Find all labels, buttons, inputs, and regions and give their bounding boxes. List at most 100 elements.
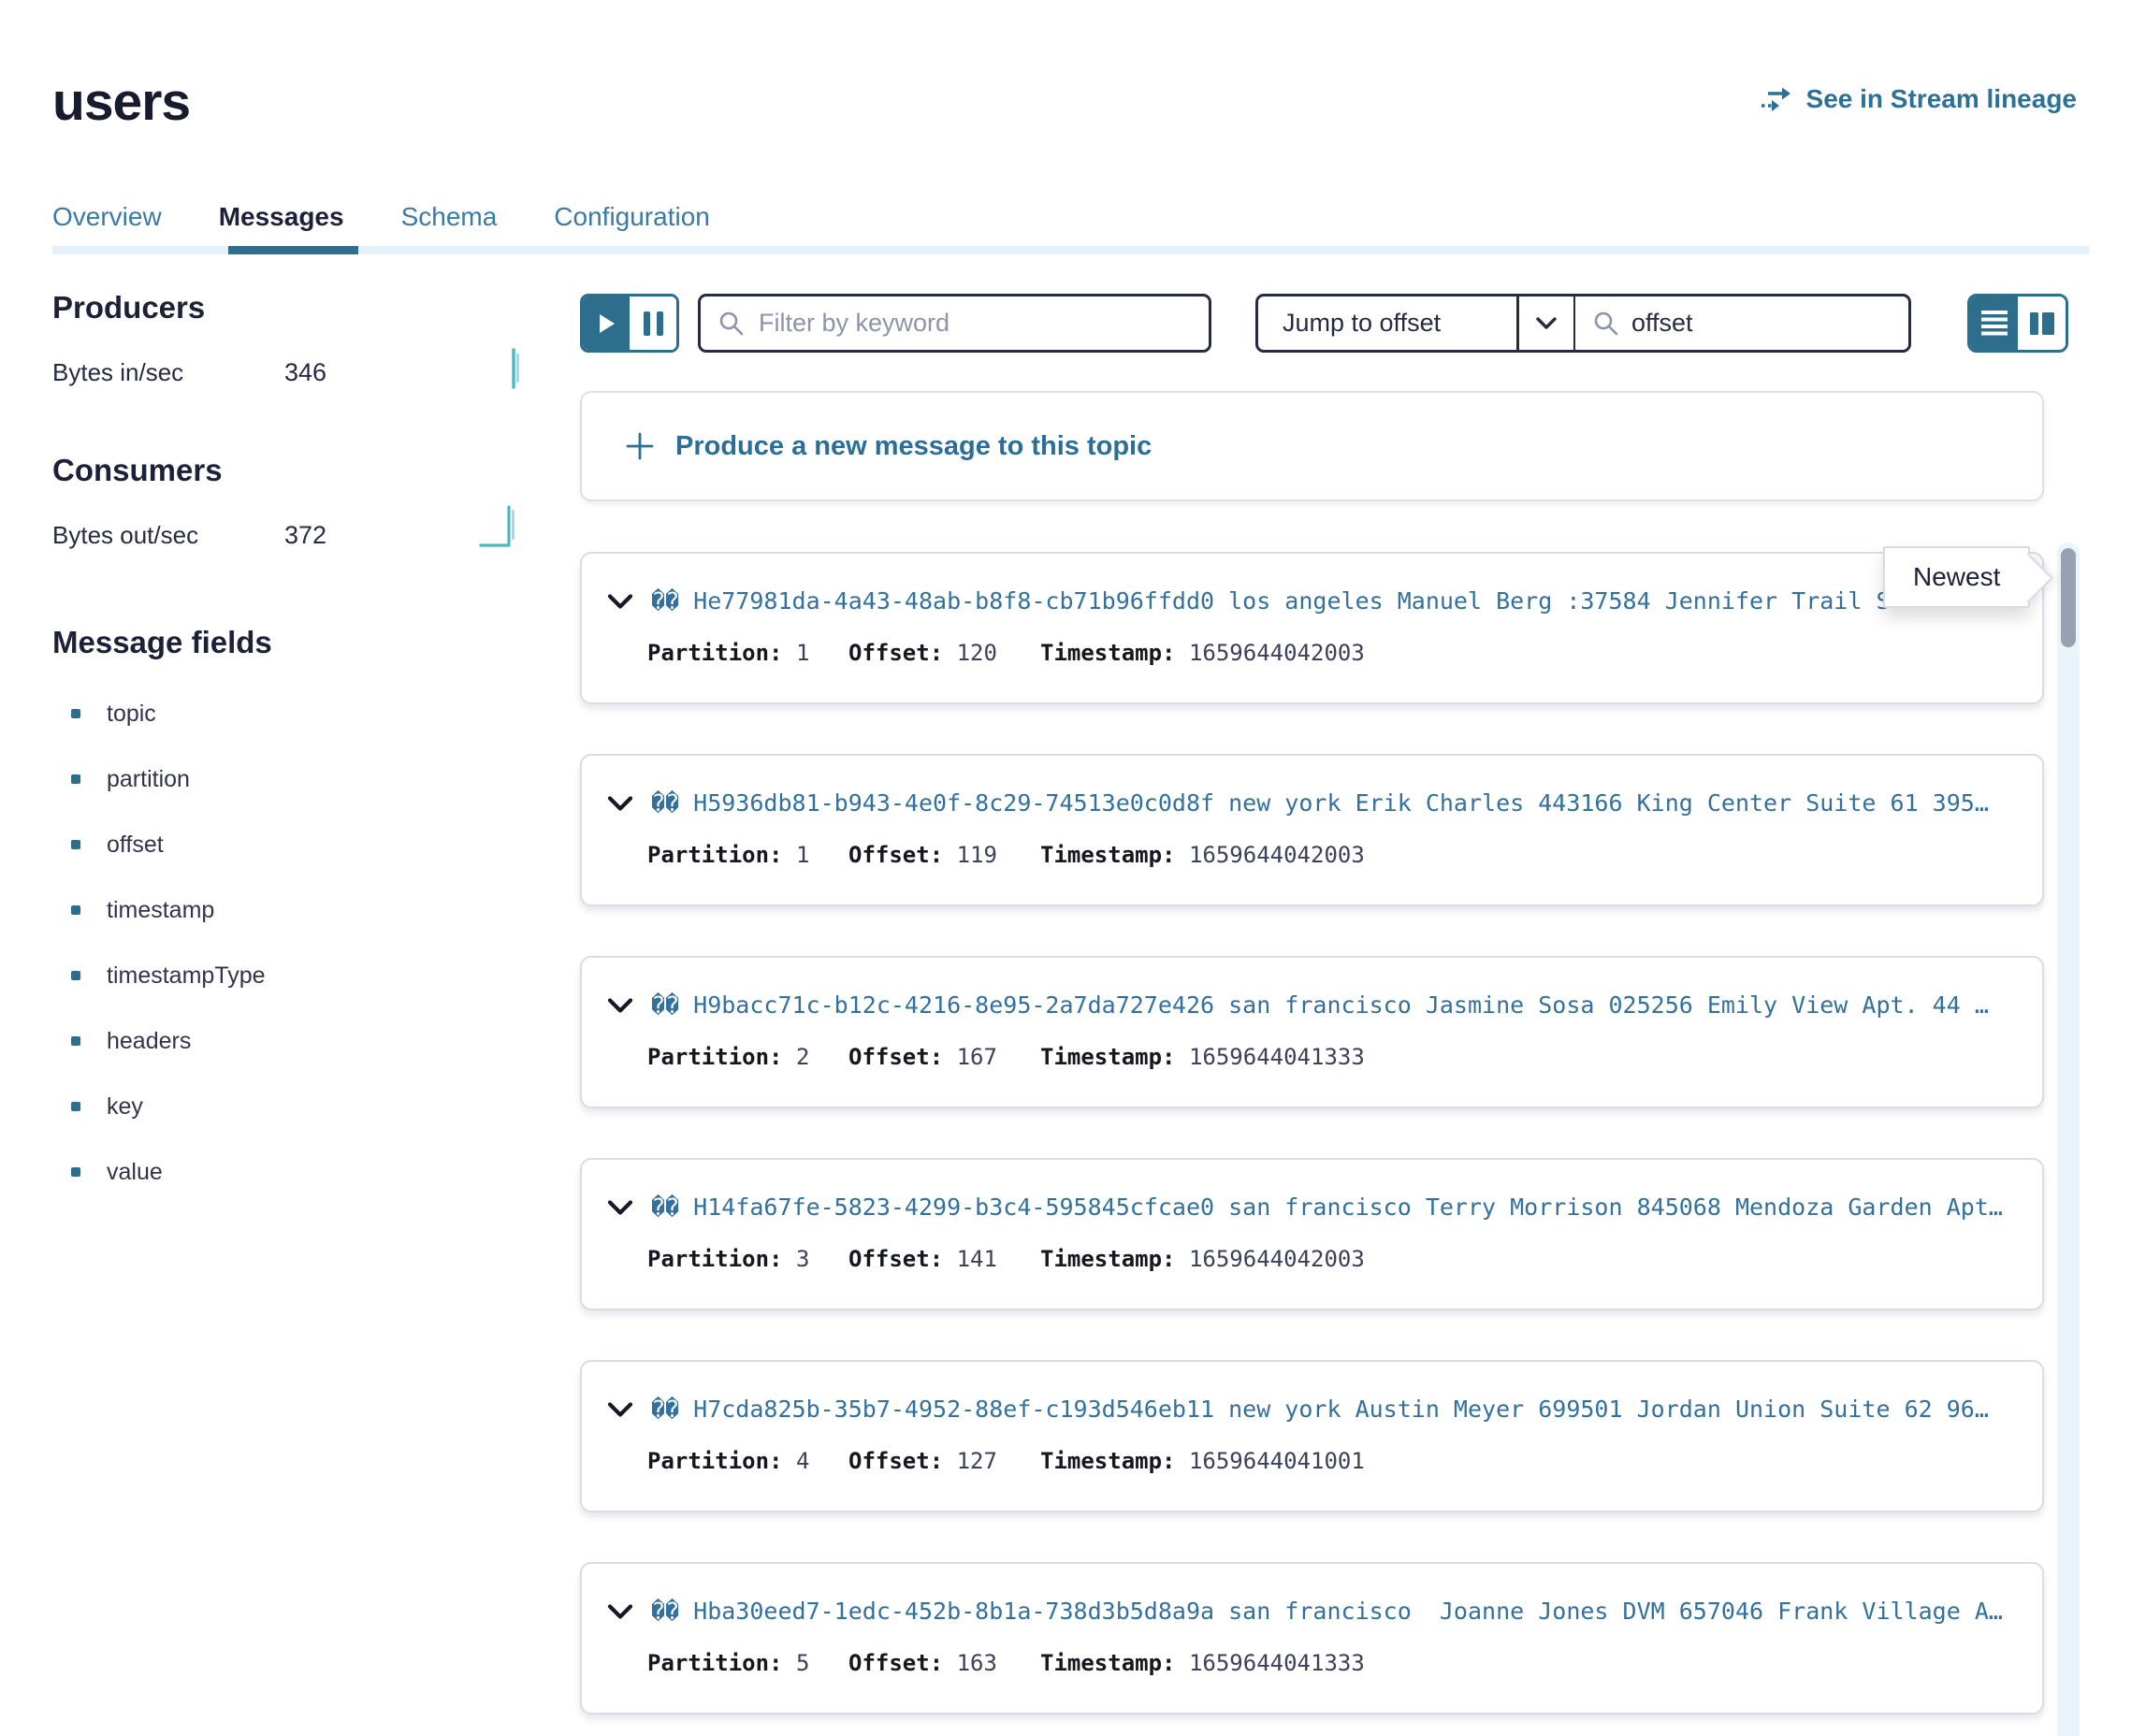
field-bullet-icon <box>71 905 80 915</box>
message-row[interactable]: �� He77981da-4a43-48ab-b8f8-cb71b96ffdd0… <box>580 552 2044 704</box>
message-fields-list: topic partition offset timestamp timesta… <box>52 681 558 1205</box>
jump-mode-select[interactable]: Jump to offset <box>1258 297 1516 350</box>
plus-icon <box>625 431 655 461</box>
producers-heading: Producers <box>52 290 558 326</box>
expand-chevron-icon[interactable] <box>606 1603 634 1621</box>
expand-chevron-icon[interactable] <box>606 997 634 1015</box>
expand-chevron-icon[interactable] <box>606 1401 634 1419</box>
list-view-button[interactable] <box>1970 297 2018 350</box>
chevron-down-icon[interactable] <box>1519 297 1573 350</box>
message-row[interactable]: �� H9bacc71c-b12c-4216-8e95-2a7da727e426… <box>580 956 2044 1108</box>
field-item-headers[interactable]: headers <box>52 1008 558 1074</box>
message-offset: 119 <box>957 842 997 868</box>
message-key[interactable]: �� H9bacc71c-b12c-4216-8e95-2a7da727e426… <box>651 991 2025 1019</box>
bytes-in-value: 346 <box>284 358 326 387</box>
message-partition: 1 <box>796 842 809 868</box>
message-offset: 120 <box>957 640 997 666</box>
field-bullet-icon <box>71 971 80 980</box>
message-meta: Partition: 1Offset: 119Timestamp: 165964… <box>647 842 2025 868</box>
message-timestamp: 1659644041333 <box>1189 1650 1365 1676</box>
expand-chevron-icon[interactable] <box>606 795 634 813</box>
field-item-partition[interactable]: partition <box>52 746 558 812</box>
message-partition: 4 <box>796 1448 809 1474</box>
column-view-icon <box>2030 312 2038 335</box>
messages-toolbar: Jump to offset <box>580 294 2068 353</box>
field-item-offset[interactable]: offset <box>52 812 558 877</box>
pause-button[interactable] <box>630 297 676 350</box>
message-key[interactable]: �� H7cda825b-35b7-4952-88ef-c193d546eb11… <box>651 1396 2025 1423</box>
play-button[interactable] <box>583 297 630 350</box>
message-timestamp: 1659644041001 <box>1189 1448 1365 1474</box>
message-timestamp: 1659644042003 <box>1189 1246 1365 1272</box>
message-key[interactable]: �� H5936db81-b943-4e0f-8c29-74513e0c0d8f… <box>651 789 2025 817</box>
message-timestamp: 1659644042003 <box>1189 842 1365 868</box>
column-view-button[interactable] <box>2018 297 2066 350</box>
field-bullet-icon <box>71 1102 80 1111</box>
list-view-icon <box>1981 311 2008 336</box>
bytes-in-label: Bytes in/sec <box>52 358 284 387</box>
message-fields-heading: Message fields <box>52 625 558 660</box>
bytes-in-sparkline <box>507 346 524 389</box>
message-key[interactable]: �� He77981da-4a43-48ab-b8f8-cb71b96ffdd0… <box>651 587 2025 615</box>
tab-configuration[interactable]: Configuration <box>554 202 710 232</box>
message-key[interactable]: �� H14fa67fe-5823-4299-b3c4-595845cfcae0… <box>651 1194 2025 1221</box>
see-in-stream-lineage-link[interactable]: See in Stream lineage <box>1760 84 2077 114</box>
field-item-timestamp[interactable]: timestamp <box>52 877 558 943</box>
tab-overview[interactable]: Overview <box>52 202 162 232</box>
topic-page: users See in Stream lineage Overview Mes… <box>0 0 2131 1736</box>
message-partition: 5 <box>796 1650 809 1676</box>
lineage-link-label: See in Stream lineage <box>1806 84 2077 114</box>
message-offset: 141 <box>957 1246 997 1272</box>
play-pause-toggle <box>580 294 679 353</box>
field-item-value[interactable]: value <box>52 1139 558 1205</box>
message-meta: Partition: 2Offset: 167Timestamp: 165964… <box>647 1044 2025 1070</box>
pause-icon <box>644 311 650 336</box>
bytes-out-label: Bytes out/sec <box>52 521 284 550</box>
message-row[interactable]: �� Hba30eed7-1edc-452b-8b1a-738d3b5d8a9a… <box>580 1562 2044 1714</box>
field-bullet-icon <box>71 840 80 849</box>
messages-scrollbar-track[interactable] <box>2057 542 2080 1736</box>
search-icon <box>718 310 746 338</box>
tab-messages[interactable]: Messages <box>219 202 344 232</box>
keyword-filter-input[interactable] <box>759 309 1192 338</box>
field-item-topic[interactable]: topic <box>52 681 558 746</box>
expand-chevron-icon[interactable] <box>606 593 634 611</box>
field-bullet-icon <box>71 709 80 718</box>
topic-tabs: Overview Messages Schema Configuration <box>52 202 710 232</box>
message-partition: 1 <box>796 640 809 666</box>
message-partition: 3 <box>796 1246 809 1272</box>
message-meta: Partition: 4Offset: 127Timestamp: 165964… <box>647 1448 2025 1474</box>
message-row[interactable]: �� H5936db81-b943-4e0f-8c29-74513e0c0d8f… <box>580 754 2044 906</box>
newest-tooltip: Newest <box>1883 546 2030 608</box>
field-item-key[interactable]: key <box>52 1074 558 1139</box>
pause-icon <box>657 311 663 336</box>
field-bullet-icon <box>71 1036 80 1046</box>
offset-search-input[interactable] <box>1631 309 1892 338</box>
message-meta: Partition: 5Offset: 163Timestamp: 165964… <box>647 1650 2025 1676</box>
messages-scrollbar-thumb[interactable] <box>2061 548 2076 647</box>
message-key[interactable]: �� Hba30eed7-1edc-452b-8b1a-738d3b5d8a9a… <box>651 1598 2025 1625</box>
jump-to-offset-group: Jump to offset <box>1255 294 1911 353</box>
search-icon <box>1592 310 1620 338</box>
page-title: users <box>52 71 190 133</box>
offset-search-field <box>1575 297 1908 350</box>
bytes-out-value: 372 <box>284 521 326 550</box>
message-meta: Partition: 3Offset: 141Timestamp: 165964… <box>647 1246 2025 1272</box>
consumers-heading: Consumers <box>52 453 558 488</box>
view-mode-toggle <box>1967 294 2068 353</box>
field-item-timestampType[interactable]: timestampType <box>52 943 558 1008</box>
message-offset: 163 <box>957 1650 997 1676</box>
produce-message-label: Produce a new message to this topic <box>675 431 1152 462</box>
field-bullet-icon <box>71 1167 80 1177</box>
message-row[interactable]: �� H14fa67fe-5823-4299-b3c4-595845cfcae0… <box>580 1158 2044 1310</box>
message-row[interactable]: �� H7cda825b-35b7-4952-88ef-c193d546eb11… <box>580 1360 2044 1512</box>
message-offset: 127 <box>957 1448 997 1474</box>
keyword-filter-field <box>698 294 1211 353</box>
message-timestamp: 1659644041333 <box>1189 1044 1365 1070</box>
field-bullet-icon <box>71 774 80 784</box>
tab-schema[interactable]: Schema <box>401 202 498 232</box>
expand-chevron-icon[interactable] <box>606 1199 634 1217</box>
produce-message-button[interactable]: Produce a new message to this topic <box>580 391 2044 501</box>
bytes-out-sparkline <box>479 499 526 548</box>
message-timestamp: 1659644042003 <box>1189 640 1365 666</box>
